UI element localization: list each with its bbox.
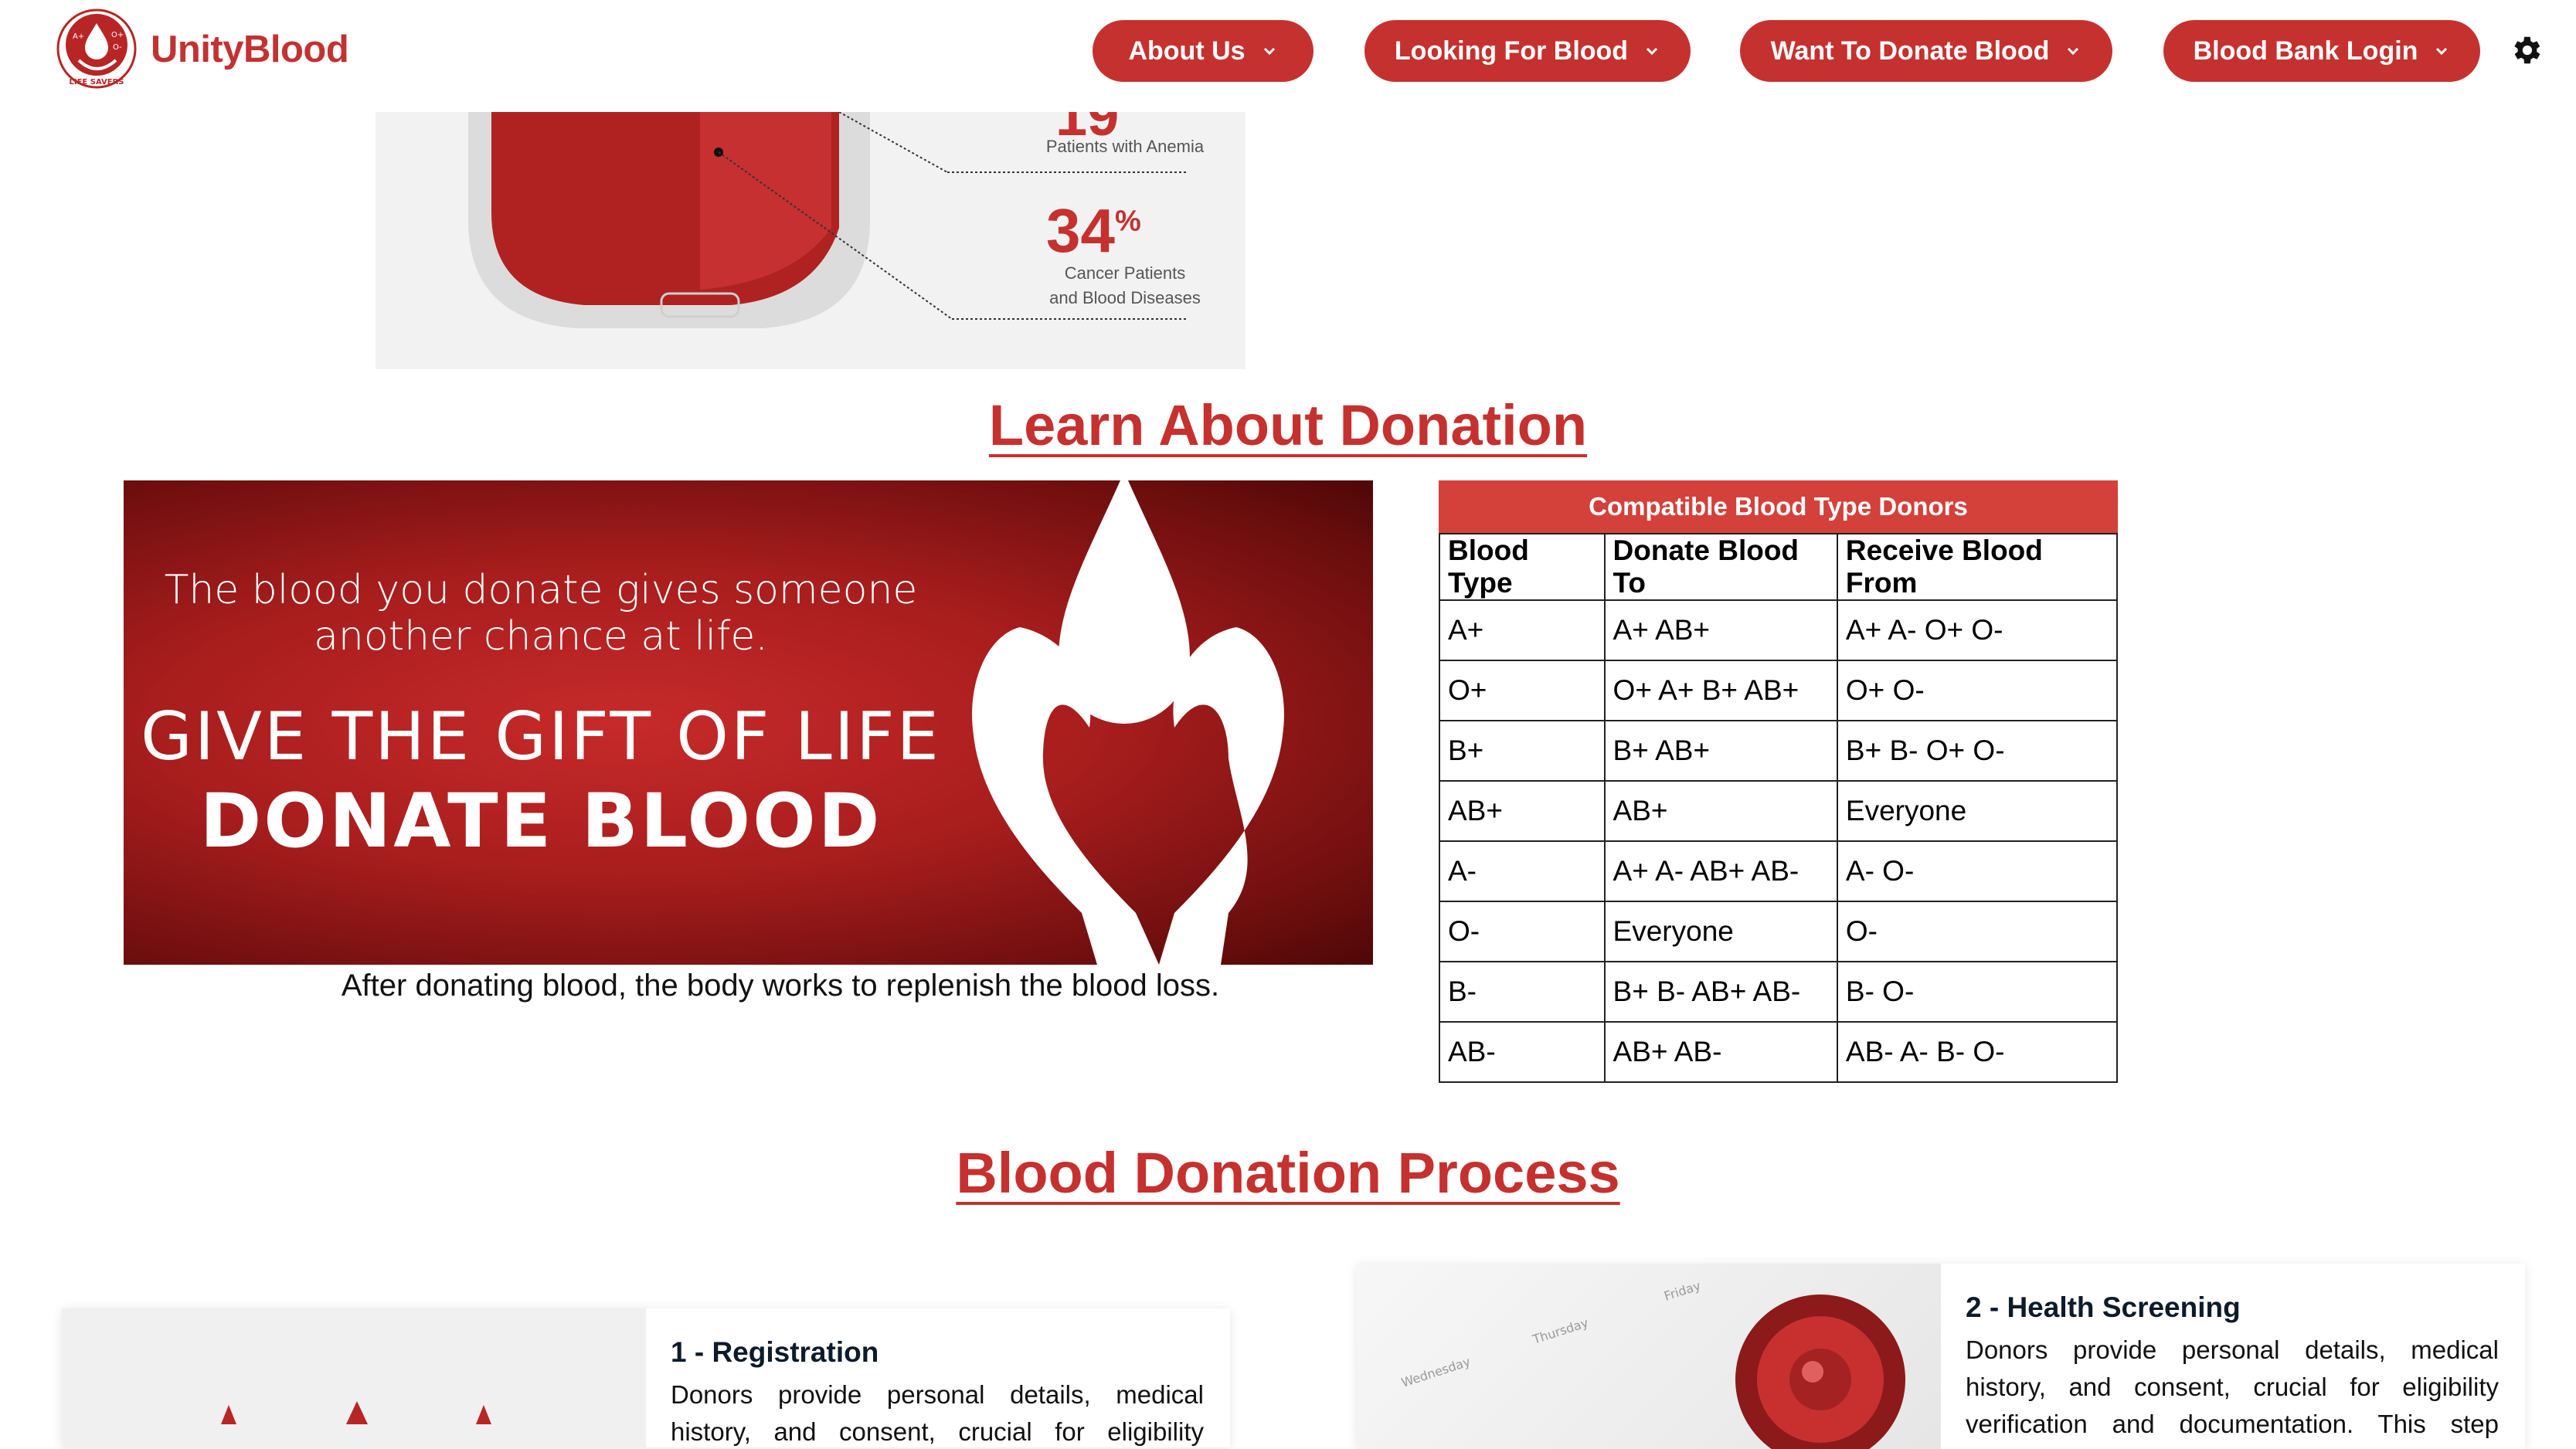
- table-cell: O-: [1836, 901, 2119, 962]
- table-row: B+ B+ AB+ B+ B- O+ O-: [1439, 720, 2119, 782]
- stat-cancer-label-line2: and Blood Diseases: [1049, 288, 1201, 307]
- col-donate-to-header: Donate Blood To: [1603, 533, 1838, 601]
- donate-blood-banner: The blood you donate gives someone anoth…: [124, 480, 1373, 965]
- learn-about-donation-title[interactable]: Learn About Donation: [0, 392, 2576, 458]
- chevron-down-icon: [1263, 47, 1275, 56]
- table-cell: A+: [1439, 599, 1606, 661]
- table-cell: AB- A- B- O-: [1836, 1021, 2119, 1083]
- step-health-screening-description-line2: history, and consent, crucial for eligib…: [1966, 1373, 2499, 1401]
- unityblood-logo[interactable]: A+ O+ O- LIFE SAVERS: [56, 6, 138, 91]
- banner-cta-text: DONATE BLOOD: [199, 778, 882, 864]
- step-health-screening-title: 2 - Health Screening: [1966, 1291, 2241, 1323]
- table-cell: B+ B- AB+ AB-: [1603, 961, 1838, 1023]
- step-health-screening-description-line3: verification and documentation. This ste…: [1966, 1410, 2499, 1438]
- blood-usage-infographic: 19 Patients with Anemia 34% Cancer Patie…: [376, 112, 1246, 369]
- table-cell: Everyone: [1836, 780, 2119, 842]
- table-cell: A-: [1439, 840, 1606, 902]
- stat-anemia-label: Patients with Anemia: [1045, 137, 1205, 156]
- svg-text:Wednesday: Wednesday: [1399, 1354, 1472, 1390]
- top-navbar: A+ O+ O- LIFE SAVERS UnityBlood About Us…: [0, 0, 2576, 112]
- blood-donation-process-title[interactable]: Blood Donation Process: [0, 1140, 2576, 1206]
- table-cell: O+ A+ B+ AB+: [1603, 660, 1838, 721]
- svg-text:O-: O-: [113, 43, 122, 52]
- table-cell: A+ AB+: [1603, 599, 1838, 661]
- svg-text:Thursday: Thursday: [1530, 1315, 1590, 1347]
- nav-looking-for-blood-label: Looking For Blood: [1394, 36, 1629, 66]
- table-title: Compatible Blood Type Donors: [1439, 480, 2118, 533]
- nav-about-us-label: About Us: [1128, 36, 1246, 66]
- step-registration-title: 1 - Registration: [671, 1336, 879, 1368]
- table-cell: O+: [1439, 660, 1606, 721]
- stethoscope-icon: Wednesday Thursday Friday: [1399, 1278, 1905, 1449]
- banner-text-line2: another chance at life.: [314, 613, 768, 660]
- chevron-down-icon: [1647, 47, 1658, 56]
- table-cell: B+ B- O+ O-: [1836, 720, 2119, 782]
- table-row: O+ O+ A+ B+ AB+ O+ O-: [1439, 660, 2119, 721]
- chevron-down-icon: [2436, 47, 2448, 56]
- table-cell: O+ O-: [1836, 660, 2119, 721]
- table-row: B- B+ B- AB+ AB- B- O-: [1439, 961, 2119, 1023]
- table-cell: O-: [1439, 901, 1606, 962]
- table-cell: A+ A- O+ O-: [1836, 599, 2119, 661]
- registration-image: [62, 1308, 646, 1447]
- chevron-down-icon: [2068, 47, 2079, 56]
- brand-name[interactable]: UnityBlood: [151, 28, 349, 71]
- gear-icon[interactable]: [2508, 32, 2544, 68]
- table-cell: B- O-: [1836, 961, 2119, 1023]
- table-row: A- A+ A- AB+ AB- A- O-: [1439, 840, 2119, 902]
- banner-text-line1: The blood you donate gives someone: [164, 567, 918, 613]
- nav-looking-for-blood-button[interactable]: Looking For Blood: [1364, 20, 1691, 82]
- nav-blood-bank-login-label: Blood Bank Login: [2193, 36, 2418, 66]
- col-blood-type-header: Blood Type: [1439, 533, 1606, 601]
- nav-blood-bank-login-button[interactable]: Blood Bank Login: [2163, 20, 2480, 82]
- step-registration-description-line2: history, and consent, crucial for eligib…: [671, 1417, 1204, 1446]
- table-cell: AB+: [1603, 780, 1838, 842]
- step-registration-description: Donors provide personal details, medical: [671, 1380, 1204, 1409]
- nav-want-to-donate-button[interactable]: Want To Donate Blood: [1740, 20, 2112, 82]
- process-step-registration-card: 1 - Registration Donors provide personal…: [62, 1308, 1230, 1447]
- table-row: O- Everyone O-: [1439, 901, 2119, 962]
- table-cell: AB-: [1439, 1021, 1606, 1083]
- stat-cancer-label-line1: Cancer Patients: [1064, 263, 1186, 283]
- table-cell: B+ AB+: [1603, 720, 1838, 782]
- donation-caption: After donating blood, the body works to …: [341, 969, 1220, 1003]
- col-receive-from-header: Receive Blood From: [1836, 533, 2119, 601]
- table-cell: Everyone: [1603, 901, 1838, 962]
- svg-text:Friday: Friday: [1662, 1278, 1702, 1304]
- table-cell: B+: [1439, 720, 1606, 782]
- health-screening-image: Wednesday Thursday Friday: [1357, 1264, 1941, 1449]
- step-health-screening-description: Donors provide personal details, medical: [1966, 1335, 2499, 1364]
- table-cell: B-: [1439, 961, 1606, 1023]
- table-cell: A+ A- AB+ AB-: [1603, 840, 1838, 902]
- table-row: A+ A+ AB+ A+ A- O+ O-: [1439, 599, 2119, 661]
- table-row: AB- AB+ AB- AB- A- B- O-: [1439, 1021, 2119, 1083]
- table-cell: AB+: [1439, 780, 1606, 842]
- table-cell: A- O-: [1836, 840, 2119, 902]
- compatible-blood-type-table: Compatible Blood Type Donors Blood Type …: [1439, 480, 2119, 1083]
- nav-want-to-donate-label: Want To Donate Blood: [1770, 36, 2050, 66]
- nav-about-us-button[interactable]: About Us: [1093, 20, 1313, 82]
- hands-blood-drop-icon: [972, 480, 1284, 965]
- table-row: AB+ AB+ Everyone: [1439, 780, 2119, 842]
- banner-headline: GIVE THE GIFT OF LIFE: [141, 698, 941, 775]
- table-header-row: Blood Type Donate Blood To Receive Blood…: [1439, 533, 2119, 601]
- stat-cancer-value: 34%: [1046, 196, 1141, 265]
- svg-text:O+: O+: [111, 31, 124, 39]
- svg-text:LIFE SAVERS: LIFE SAVERS: [70, 78, 124, 87]
- blood-drops-icon: [221, 1401, 491, 1424]
- process-step-health-screening-card: Wednesday Thursday Friday 2 - Health Scr…: [1357, 1264, 2525, 1449]
- table-cell: AB+ AB-: [1603, 1021, 1838, 1083]
- svg-text:A+: A+: [73, 32, 84, 41]
